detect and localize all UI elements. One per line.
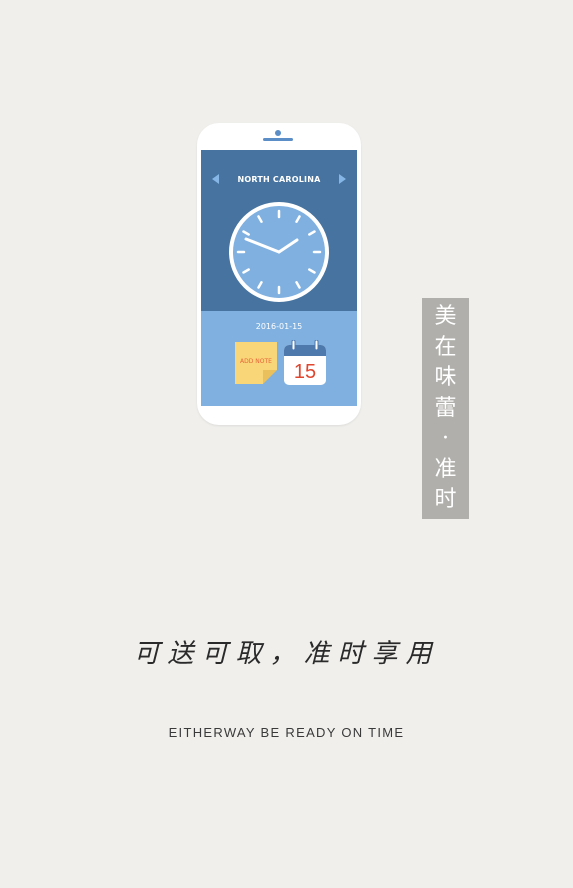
badge-char: 在	[434, 334, 457, 360]
calendar-day: 15	[294, 361, 316, 383]
clock-icon	[229, 202, 329, 302]
badge-char: 味	[434, 365, 457, 390]
badge-char: 美	[434, 304, 457, 329]
calendar-icon[interactable]: 15	[283, 340, 327, 386]
note-fold	[263, 370, 277, 384]
add-note-label: ADD NOTE	[240, 358, 272, 365]
tagline-text: EITHERWAY BE READY ON TIME	[168, 725, 405, 740]
badge-char: ·	[442, 426, 449, 451]
vertical-badge: 美 在 味 蕾 · 准 时	[422, 298, 469, 519]
calendar-header	[284, 345, 326, 356]
slogan-text: 可送可取，准时享用	[133, 639, 440, 669]
date-label: 2016-01-15	[255, 322, 303, 331]
badge-char: 蕾	[434, 395, 457, 421]
phone-screen: NORTH CAROLINA 2016-01-15 ADD NOTE 15	[201, 150, 357, 406]
arrow-left-icon[interactable]	[212, 174, 219, 184]
speaker-bar	[263, 138, 293, 141]
calendar-ring-left	[291, 340, 296, 351]
badge-char: 准	[434, 456, 457, 482]
city-label: NORTH CAROLINA	[237, 175, 321, 184]
phone-illustration: NORTH CAROLINA 2016-01-15 ADD NOTE 15	[197, 123, 361, 425]
badge-text: 美 在 味 蕾 · 准 时	[422, 302, 469, 516]
camera-dot	[275, 130, 281, 136]
calendar-ring-right	[314, 340, 319, 351]
note-icon[interactable]: ADD NOTE	[235, 342, 277, 384]
arrow-right-icon[interactable]	[339, 174, 346, 184]
badge-char: 时	[434, 487, 457, 512]
